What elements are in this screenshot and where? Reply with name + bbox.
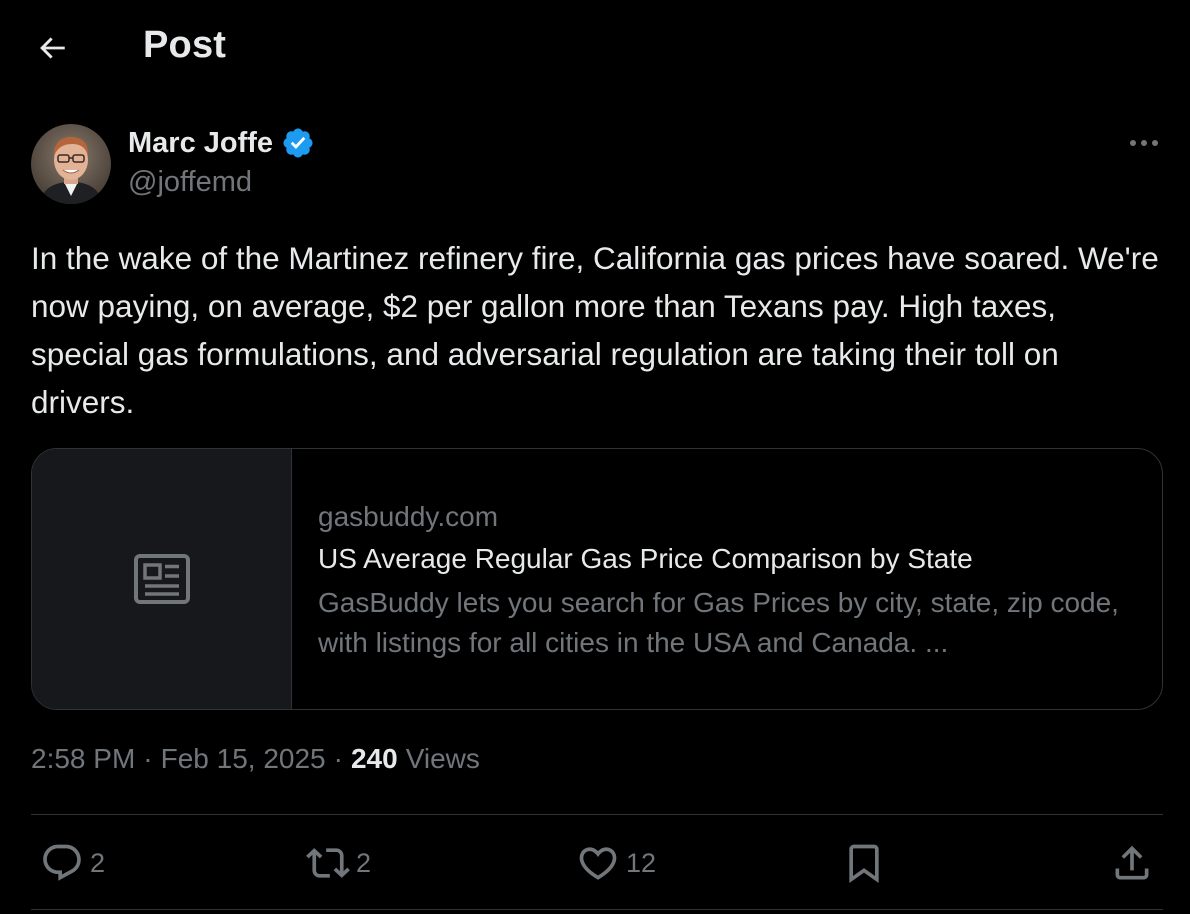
repost-count: 2 — [356, 847, 372, 878]
tweet-text: In the wake of the Martinez refinery fir… — [31, 240, 1159, 420]
page-title: Post — [143, 24, 227, 66]
card-domain: gasbuddy.com — [318, 501, 499, 532]
article-icon — [133, 554, 190, 604]
bookmark-icon — [849, 844, 879, 884]
like-icon — [579, 847, 617, 880]
author-name[interactable]: Marc Joffe — [128, 126, 315, 160]
bookmark-button[interactable] — [842, 838, 886, 888]
more-icon — [1130, 140, 1158, 146]
author-name-text: Marc Joffe — [128, 126, 274, 159]
header: Post — [0, 0, 1190, 96]
share-icon — [1115, 845, 1149, 880]
author-handle[interactable]: @joffemd — [128, 166, 252, 199]
repost-icon — [306, 848, 350, 878]
divider — [31, 814, 1163, 815]
post-page: Post Marc Joffe @joffemd In the wake of … — [0, 0, 1190, 914]
avatar[interactable] — [31, 124, 111, 204]
like-button[interactable]: 12 — [576, 838, 656, 888]
reply-button[interactable]: 2 — [40, 838, 105, 888]
like-count: 12 — [626, 847, 657, 878]
repost-button[interactable]: 2 — [306, 838, 371, 888]
verified-badge-icon — [283, 128, 313, 158]
more-button[interactable] — [1124, 128, 1164, 158]
post-meta: 2:58 PM · Feb 15, 2025 · 240 Views — [31, 743, 480, 775]
back-arrow-icon — [40, 37, 65, 59]
link-card[interactable]: gasbuddy.com US Average Regular Gas Pric… — [31, 448, 1163, 710]
card-description: GasBuddy lets you search for Gas Prices … — [318, 587, 1119, 658]
views-label: Views — [405, 743, 480, 774]
meta-separator: · — [143, 743, 153, 774]
card-thumbnail — [32, 449, 292, 709]
post-time[interactable]: 2:58 PM — [31, 743, 135, 775]
card-body: gasbuddy.com US Average Regular Gas Pric… — [292, 449, 1162, 709]
views-count: 240 — [350, 743, 398, 774]
avatar-image — [31, 124, 111, 204]
reply-count: 2 — [90, 847, 106, 878]
meta-separator: · — [333, 743, 343, 774]
post-date[interactable]: Feb 15, 2025 — [161, 743, 326, 775]
divider — [31, 909, 1163, 910]
share-button[interactable] — [1110, 838, 1154, 888]
back-button[interactable] — [30, 28, 74, 68]
card-title: US Average Regular Gas Price Comparison … — [318, 543, 973, 574]
reply-icon — [43, 844, 81, 881]
